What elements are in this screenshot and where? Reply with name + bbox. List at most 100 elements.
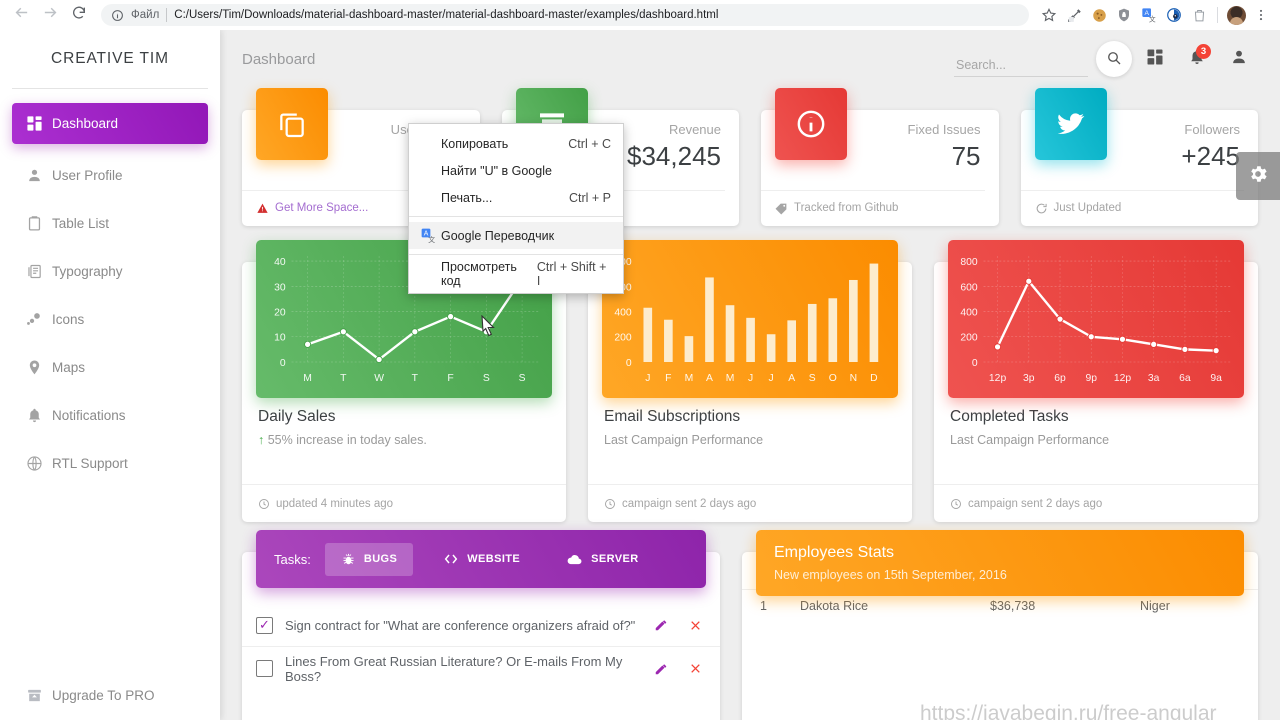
- sidebar-item-rtl-support[interactable]: RTL Support: [12, 442, 208, 484]
- clock-icon: [258, 498, 270, 510]
- search-icon: [1106, 50, 1122, 69]
- sidebar-item-label: RTL Support: [52, 455, 128, 471]
- privacy-badger-icon[interactable]: [1163, 4, 1185, 26]
- sidebar-item-upgrade-to-pro[interactable]: Upgrade To PRO: [12, 674, 208, 716]
- chart-footer-label: updated 4 minutes ago: [276, 497, 394, 510]
- svg-text:M: M: [726, 373, 735, 384]
- tab-website[interactable]: WEBSITE: [427, 542, 536, 576]
- delete-task-button[interactable]: [684, 619, 706, 632]
- info-outline-icon: [775, 88, 847, 160]
- chart-subtitle: ↑ 55% increase in today sales.: [258, 433, 427, 447]
- close-x-icon: [689, 662, 702, 675]
- kebab-menu-icon[interactable]: [1250, 4, 1272, 26]
- delete-task-button[interactable]: [684, 662, 706, 675]
- chart-footer: campaign sent 2 days ago: [934, 484, 1258, 522]
- cookie-icon[interactable]: [1088, 4, 1110, 26]
- search-group: [954, 41, 1132, 77]
- sidebar-item-user-profile[interactable]: User Profile: [12, 154, 208, 196]
- stat-card-followers: Followers +245 Just Updated: [1020, 88, 1258, 226]
- sidebar-item-notifications[interactable]: Notifications: [12, 394, 208, 436]
- chart-title: Email Subscriptions: [604, 408, 741, 425]
- sidebar-item-typography[interactable]: Typography: [12, 250, 208, 292]
- card-subtitle: New employees on 15th September, 2016: [774, 568, 1007, 582]
- gear-icon: [1247, 163, 1269, 190]
- svg-text:3p: 3p: [1023, 373, 1035, 384]
- search-button[interactable]: [1096, 41, 1132, 77]
- translate-icon[interactable]: A文: [1138, 4, 1160, 26]
- sidebar-item-label: Upgrade To PRO: [52, 687, 155, 703]
- context-menu-item-inspect[interactable]: Просмотреть код Ctrl + Shift + I: [409, 260, 623, 288]
- toolbar-divider: [1217, 7, 1218, 23]
- notifications-button[interactable]: 3: [1178, 40, 1216, 78]
- svg-text:600: 600: [960, 282, 977, 293]
- bottom-card-row: Tasks: BUGS WEBSITE SERVER ✓ Sign contra…: [242, 530, 1258, 720]
- globe-icon: [26, 455, 52, 472]
- svg-text:0: 0: [972, 358, 978, 369]
- close-x-icon: [689, 619, 702, 632]
- account-button[interactable]: [1220, 40, 1258, 78]
- back-button[interactable]: [8, 2, 34, 28]
- context-menu-item-print[interactable]: Печать... Ctrl + P: [409, 184, 623, 211]
- chart-footer: updated 4 minutes ago: [242, 484, 566, 522]
- tasks-label: Tasks:: [274, 551, 311, 567]
- svg-text:12p: 12p: [989, 373, 1006, 384]
- brand-title[interactable]: CREATIVE TIM: [0, 30, 220, 88]
- edit-task-button[interactable]: [650, 618, 672, 632]
- svg-text:J: J: [769, 373, 774, 384]
- stat-footer: Just Updated: [1020, 190, 1244, 225]
- chart-footer-label: campaign sent 2 days ago: [968, 497, 1103, 510]
- completed-tasks-chart[interactable]: 0 200 400 600 800 12p 3p 6p 9p 12p 3a 6a 9a: [948, 240, 1244, 398]
- svg-text:N: N: [850, 373, 857, 384]
- bubbles-icon: [26, 311, 52, 328]
- address-bar[interactable]: Файл C:/Users/Tim/Downloads/material-das…: [101, 4, 1029, 26]
- tab-server[interactable]: SERVER: [550, 542, 654, 577]
- sidebar-item-maps[interactable]: Maps: [12, 346, 208, 388]
- tab-bugs[interactable]: BUGS: [324, 542, 414, 576]
- edit-task-button[interactable]: [650, 662, 672, 676]
- task-checkbox[interactable]: [256, 660, 273, 677]
- svg-text:30: 30: [274, 282, 286, 293]
- context-menu-divider: [409, 216, 623, 217]
- profile-avatar-icon[interactable]: [1225, 4, 1247, 26]
- svg-text:9p: 9p: [1085, 373, 1097, 384]
- settings-fab-button[interactable]: [1236, 152, 1280, 200]
- url-scheme-label: Файл: [131, 9, 160, 21]
- context-menu-item-copy[interactable]: Копировать Ctrl + C: [409, 130, 623, 157]
- top-navbar: Dashboard Search... 3: [220, 30, 1280, 88]
- back-arrow-icon: [13, 4, 30, 26]
- svg-text:S: S: [809, 373, 816, 384]
- info-circle-icon: [111, 9, 124, 22]
- tasks-tab-band: Tasks: BUGS WEBSITE SERVER: [256, 530, 706, 588]
- search-input[interactable]: [954, 55, 1088, 77]
- bookmark-star-icon[interactable]: [1038, 4, 1060, 26]
- task-checkbox[interactable]: ✓: [256, 616, 273, 634]
- shield-icon[interactable]: [1113, 4, 1135, 26]
- forward-button[interactable]: [37, 2, 63, 28]
- divider: [12, 88, 208, 89]
- table-row: ✓ Sign contract for "What are conference…: [242, 604, 720, 647]
- svg-text:W: W: [374, 373, 384, 384]
- sidebar-item-table-list[interactable]: Table List: [12, 202, 208, 244]
- svg-text:A: A: [1144, 10, 1149, 17]
- twitter-icon: [1034, 88, 1107, 160]
- svg-text:J: J: [748, 373, 753, 384]
- sidebar-item-icons[interactable]: Icons: [12, 298, 208, 340]
- page-title: Dashboard: [242, 50, 316, 68]
- chart-footer: campaign sent 2 days ago: [588, 484, 912, 522]
- context-menu-item-google-translate[interactable]: A文 Google Переводчик: [409, 222, 623, 249]
- chart-subtitle: Last Campaign Performance: [950, 433, 1110, 447]
- chart-title: Completed Tasks: [950, 408, 1069, 425]
- dashboard-apps-button[interactable]: [1136, 40, 1174, 78]
- map-pin-icon: [26, 359, 52, 376]
- trash-icon[interactable]: [1188, 4, 1210, 26]
- notifications-badge: 3: [1196, 44, 1211, 59]
- svg-text:20: 20: [274, 307, 286, 318]
- reload-button[interactable]: [66, 2, 92, 28]
- context-menu-item-search-google[interactable]: Найти "U" в Google: [409, 157, 623, 184]
- email-subscriptions-chart[interactable]: 0200400600800JFMAMJJASOND: [602, 240, 898, 398]
- svg-text:12p: 12p: [1114, 373, 1131, 384]
- sidebar-item-dashboard[interactable]: Dashboard: [12, 103, 208, 144]
- sidebar-item-label: User Profile: [52, 167, 123, 183]
- eyedropper-icon[interactable]: [1063, 4, 1085, 26]
- svg-text:M: M: [303, 373, 312, 384]
